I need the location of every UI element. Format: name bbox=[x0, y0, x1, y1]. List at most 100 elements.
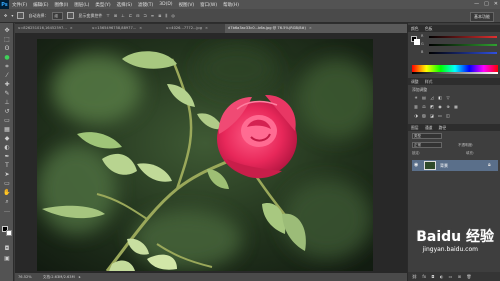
new-layer-icon[interactable]: ⊞ bbox=[458, 274, 461, 279]
zoom-tool-icon[interactable]: ⌕ bbox=[3, 198, 11, 205]
color-balance-icon[interactable]: ⚖ bbox=[421, 104, 427, 109]
delete-layer-icon[interactable]: 🗑︎ bbox=[466, 274, 471, 279]
history-brush-tool-icon[interactable]: ↺ bbox=[3, 108, 11, 115]
background-color-swatch[interactable] bbox=[414, 39, 420, 45]
pen-tool-icon[interactable]: ✒ bbox=[3, 153, 11, 160]
blur-tool-icon[interactable]: ◆ bbox=[3, 135, 11, 142]
screen-mode-icon[interactable]: ▣ bbox=[3, 255, 11, 262]
menu-view[interactable]: 视图(V) bbox=[176, 2, 198, 8]
gradient-tool-icon[interactable]: ▦ bbox=[3, 126, 11, 133]
marquee-tool-icon[interactable]: ⬚ bbox=[3, 36, 11, 43]
new-adjustment-icon[interactable]: ◐ bbox=[440, 274, 444, 279]
dodge-tool-icon[interactable]: ◐ bbox=[3, 144, 11, 151]
dropdown-arrow-icon[interactable]: ▾ bbox=[11, 13, 13, 18]
canvas-area[interactable] bbox=[15, 33, 407, 273]
menu-edit[interactable]: 编辑(E) bbox=[30, 2, 51, 8]
curves-icon[interactable]: ◿ bbox=[429, 95, 435, 100]
align-bottom-icon[interactable]: ⊥ bbox=[121, 13, 124, 18]
exposure-icon[interactable]: ◧ bbox=[437, 95, 443, 100]
vibrance-icon[interactable]: ▽ bbox=[445, 95, 451, 100]
maximize-icon[interactable]: □ bbox=[484, 1, 489, 7]
align-right-icon[interactable]: ⊐ bbox=[143, 13, 146, 18]
stamp-tool-icon[interactable]: ⊥ bbox=[3, 99, 11, 106]
tab-adjustments[interactable]: 调整 bbox=[411, 78, 419, 85]
close-tab-icon[interactable]: × bbox=[205, 26, 208, 30]
visibility-eye-icon[interactable]: ◉ bbox=[414, 162, 418, 168]
menu-3d[interactable]: 3D(D) bbox=[156, 2, 175, 7]
layer-style-icon[interactable]: fx bbox=[422, 274, 426, 279]
tab-styles[interactable]: 样式 bbox=[425, 78, 433, 85]
black-white-icon[interactable]: ◩ bbox=[429, 104, 435, 109]
color-spectrum[interactable] bbox=[412, 65, 498, 72]
menu-window[interactable]: 窗口(W) bbox=[197, 2, 220, 8]
blend-mode-dropdown[interactable]: 正常 bbox=[412, 142, 442, 148]
distribute-2-icon[interactable]: ≣ bbox=[158, 13, 161, 18]
tab-layers[interactable]: 图层 bbox=[411, 124, 419, 131]
document-tab[interactable]: u=1565496758,88977... × bbox=[89, 24, 167, 33]
close-tab-icon[interactable]: × bbox=[70, 26, 73, 30]
menu-image[interactable]: 图像(I) bbox=[51, 2, 71, 8]
selective-color-icon[interactable]: ◫ bbox=[445, 113, 451, 118]
tab-swatches[interactable]: 色板 bbox=[425, 25, 433, 32]
align-left-icon[interactable]: ⊏ bbox=[129, 13, 132, 18]
zoom-level[interactable]: 76.52% bbox=[18, 275, 32, 279]
path-select-tool-icon[interactable]: ➤ bbox=[3, 171, 11, 178]
tab-channels[interactable]: 通道 bbox=[425, 124, 433, 131]
align-middle-icon[interactable]: ⊞ bbox=[114, 13, 117, 18]
new-group-icon[interactable]: ▭ bbox=[449, 274, 453, 279]
distribute-icon[interactable]: ≡ bbox=[151, 13, 154, 18]
menu-layer[interactable]: 图层(L) bbox=[71, 2, 92, 8]
minimize-icon[interactable]: — bbox=[474, 1, 479, 7]
close-tab-icon[interactable]: × bbox=[139, 26, 142, 30]
show-transform-checkbox[interactable] bbox=[67, 12, 75, 19]
document-tab[interactable]: u=826251016,16452597... × bbox=[15, 24, 93, 33]
status-menu-icon[interactable]: ▸ bbox=[79, 275, 81, 279]
move-tool-icon[interactable]: ✥ bbox=[3, 27, 11, 34]
eyedropper-tool-icon[interactable]: ⁄ bbox=[3, 72, 11, 79]
layer-filter-dropdown[interactable]: 类型 bbox=[412, 133, 442, 139]
link-layers-icon[interactable]: ⛓ bbox=[412, 274, 417, 279]
brightness-icon[interactable]: ☀ bbox=[413, 95, 419, 100]
red-slider[interactable] bbox=[429, 36, 497, 38]
brush-tool-icon[interactable]: ✎ bbox=[3, 90, 11, 97]
close-tab-icon[interactable]: × bbox=[309, 26, 312, 30]
color-lookup-icon[interactable]: ▦ bbox=[453, 104, 459, 109]
move-tool-icon[interactable]: ✥ bbox=[4, 13, 7, 18]
menu-file[interactable]: 文件(F) bbox=[9, 2, 30, 8]
workspace-switcher[interactable]: 基本功能 bbox=[470, 12, 494, 22]
type-tool-icon[interactable]: T bbox=[3, 162, 11, 169]
grayscale-ramp[interactable] bbox=[412, 72, 498, 74]
document-tab-active[interactable]: d7b6a3ac33c0...b6a.jpg @ 76.5%(RGB/8#) × bbox=[225, 24, 413, 33]
menu-select[interactable]: 选择(S) bbox=[114, 2, 135, 8]
crop-tool-icon[interactable]: ⌗ bbox=[3, 63, 11, 70]
quick-mask-icon[interactable]: ◘ bbox=[3, 245, 11, 252]
layer-row[interactable]: ◉ 背景 🔒︎ bbox=[412, 160, 498, 171]
levels-icon[interactable]: ▤ bbox=[421, 95, 427, 100]
hand-tool-icon[interactable]: ✋ bbox=[3, 189, 11, 196]
lasso-tool-icon[interactable]: ʘ bbox=[3, 45, 11, 52]
tab-color[interactable]: 颜色 bbox=[411, 25, 419, 32]
document-canvas[interactable] bbox=[37, 39, 373, 271]
blue-slider[interactable] bbox=[429, 52, 497, 54]
hue-saturation-icon[interactable]: ▥ bbox=[413, 104, 419, 109]
eraser-tool-icon[interactable]: ▭ bbox=[3, 117, 11, 124]
add-mask-icon[interactable]: ◘ bbox=[431, 274, 434, 279]
photo-filter-icon[interactable]: ◉ bbox=[437, 104, 443, 109]
posterize-icon[interactable]: ▨ bbox=[421, 113, 427, 118]
align-top-icon[interactable]: ⊤ bbox=[106, 13, 109, 18]
auto-select-dropdown[interactable]: 组 bbox=[52, 11, 64, 20]
document-tab[interactable]: u=4026...7772...jpg × bbox=[163, 24, 229, 33]
channel-mixer-icon[interactable]: ⊕ bbox=[445, 104, 451, 109]
3d-mode-icon[interactable]: ◎ bbox=[171, 13, 175, 18]
gradient-map-icon[interactable]: ▭ bbox=[437, 113, 443, 118]
tab-paths[interactable]: 路径 bbox=[439, 124, 447, 131]
shape-tool-icon[interactable]: ▭ bbox=[3, 180, 11, 187]
more-tools-icon[interactable]: … bbox=[3, 207, 11, 214]
quick-select-tool-icon[interactable]: ● bbox=[3, 54, 11, 61]
green-slider[interactable] bbox=[429, 44, 497, 46]
distribute-3-icon[interactable]: ⫼ bbox=[166, 13, 168, 18]
threshold-icon[interactable]: ◪ bbox=[429, 113, 435, 118]
background-color-swatch[interactable] bbox=[6, 230, 12, 236]
healing-tool-icon[interactable]: ✚ bbox=[3, 81, 11, 88]
menu-filter[interactable]: 滤镜(T) bbox=[135, 2, 156, 8]
